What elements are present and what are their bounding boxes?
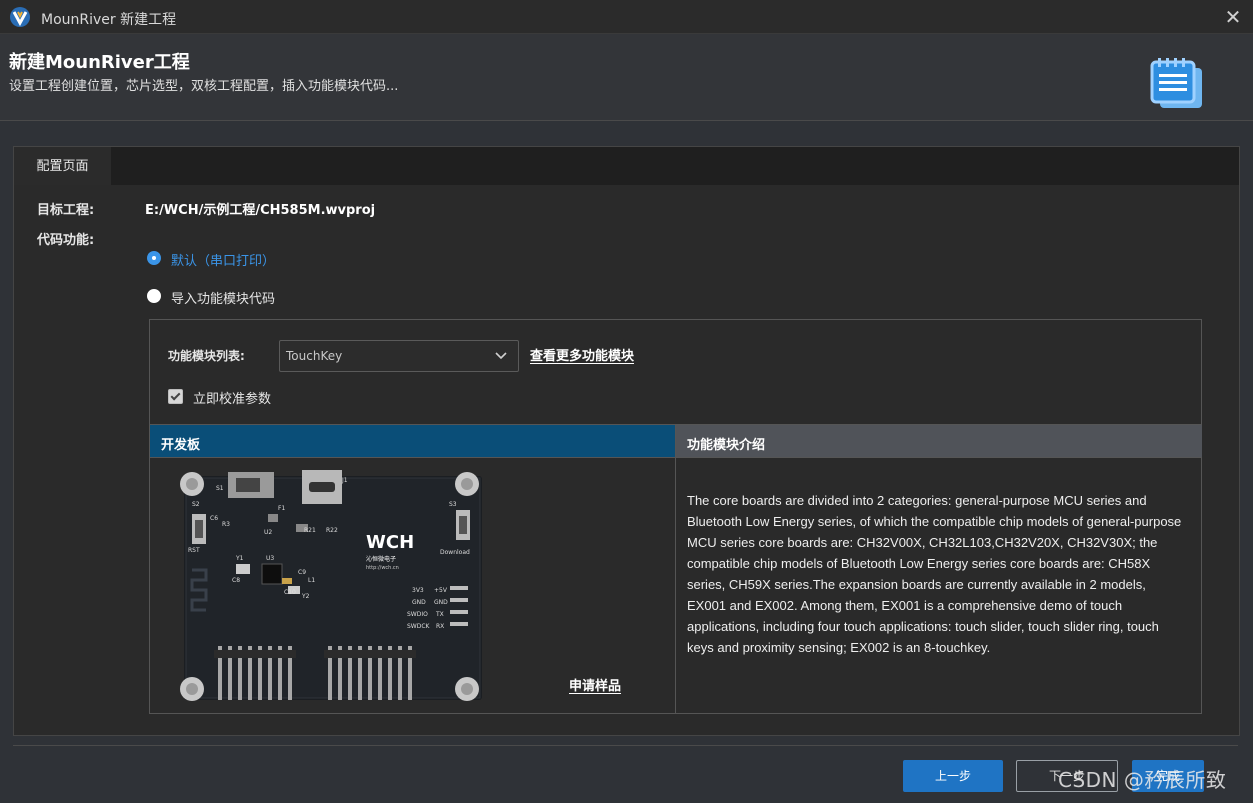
board-url-text: http://wch.cn <box>366 565 399 571</box>
silk-s3: S3 <box>449 501 457 508</box>
silk-pin-3v3: 3V3 <box>412 587 424 594</box>
intro-column-title: 功能模块介绍 <box>687 438 766 453</box>
calibrate-checkbox[interactable] <box>168 389 183 404</box>
silk-pin-tx: TX <box>435 611 444 618</box>
module-description: The core boards are divided into 2 categ… <box>687 493 1182 655</box>
more-modules-link[interactable]: 查看更多功能模块 <box>530 345 634 364</box>
page-subtitle: 设置工程创建位置，芯片选型，双核工程配置，插入功能模块代码... <box>9 79 399 94</box>
silk-u3: U3 <box>266 555 274 562</box>
close-icon[interactable]: ✕ <box>1221 5 1245 29</box>
silk-pin-5v: +5V <box>434 587 448 594</box>
dialog-header: 新建MounRiver工程 设置工程创建位置，芯片选型，双核工程配置，插入功能模… <box>0 34 1253 121</box>
radio-default-label[interactable]: 默认（串口打印） <box>171 250 275 269</box>
tab-config-page[interactable]: 配置页面 <box>14 147 111 185</box>
tab-bar: 配置页面 <box>14 147 1239 185</box>
silk-f1: F1 <box>278 505 285 512</box>
board-column-title: 开发板 <box>161 438 201 453</box>
mounriver-logo-icon <box>10 7 30 27</box>
silk-pin-rx: RX <box>436 623 444 630</box>
target-project-label: 目标工程: <box>37 203 95 218</box>
silk-pin-gnd2: GND <box>434 599 448 606</box>
silk-c6: C6 <box>210 515 218 522</box>
radio-import-module[interactable] <box>147 289 161 303</box>
window-title: MounRiver 新建工程 <box>41 12 177 28</box>
board-brand-text: WCH <box>366 532 414 553</box>
silk-pin-swdck: SWDCK <box>407 623 431 630</box>
silk-rst: RST <box>188 547 200 554</box>
silk-download: Download <box>440 549 470 556</box>
silk-u2: U2 <box>264 529 272 536</box>
apply-sample-link[interactable]: 申请样品 <box>569 675 621 694</box>
csdn-watermark: CSDN @矜辰所致 <box>1058 768 1227 792</box>
board-brand-cn-text: 沁恒微电子 <box>366 555 396 563</box>
module-config-box: 功能模块列表: TouchKey 查看更多功能模块 立即校准参数 开发板 功能模… <box>149 319 1202 714</box>
silk-s2: S2 <box>192 501 200 508</box>
footer-divider <box>13 745 1238 746</box>
silk-r21: R21 <box>304 527 316 534</box>
silk-y1: Y1 <box>235 555 244 562</box>
silk-l1: L1 <box>308 577 315 584</box>
radio-import-module-label[interactable]: 导入功能模块代码 <box>171 288 275 307</box>
chevron-down-icon <box>495 352 507 360</box>
page-title: 新建MounRiver工程 <box>9 52 190 73</box>
notepad-icon <box>1150 58 1202 108</box>
board-column-header: 开发板 <box>150 424 675 458</box>
prev-button[interactable]: 上一步 <box>903 760 1003 792</box>
radio-default[interactable] <box>147 251 161 265</box>
module-list-label: 功能模块列表: <box>168 349 245 363</box>
silk-pin-gnd: GND <box>412 599 426 606</box>
silk-c9: C9 <box>298 569 306 576</box>
silk-y2: Y2 <box>301 593 310 600</box>
dev-board-image: WCH 沁恒微电子 http://wch.cn S1 S2 S3 RST Dow… <box>180 470 482 701</box>
silk-pin-swdio: SWDIO <box>407 611 428 618</box>
config-panel: 配置页面 目标工程: E:/WCH/示例工程/CH585M.wvproj 代码功… <box>13 146 1240 736</box>
window-titlebar: MounRiver 新建工程 ✕ <box>0 0 1253 34</box>
intro-column-header: 功能模块介绍 <box>675 424 1202 458</box>
column-divider <box>675 456 676 713</box>
calibrate-label[interactable]: 立即校准参数 <box>193 388 271 407</box>
silk-s1: S1 <box>216 485 224 492</box>
target-project-value: E:/WCH/示例工程/CH585M.wvproj <box>145 203 376 218</box>
silk-j1: J1 <box>341 477 348 484</box>
silk-c10: C10 <box>284 589 296 596</box>
silk-r22: R22 <box>326 527 338 534</box>
code-function-label: 代码功能: <box>37 233 95 248</box>
module-select-value: TouchKey <box>286 349 343 363</box>
module-select[interactable]: TouchKey <box>279 340 519 372</box>
silk-c8: C8 <box>232 577 240 584</box>
silk-r3: R3 <box>222 521 230 528</box>
